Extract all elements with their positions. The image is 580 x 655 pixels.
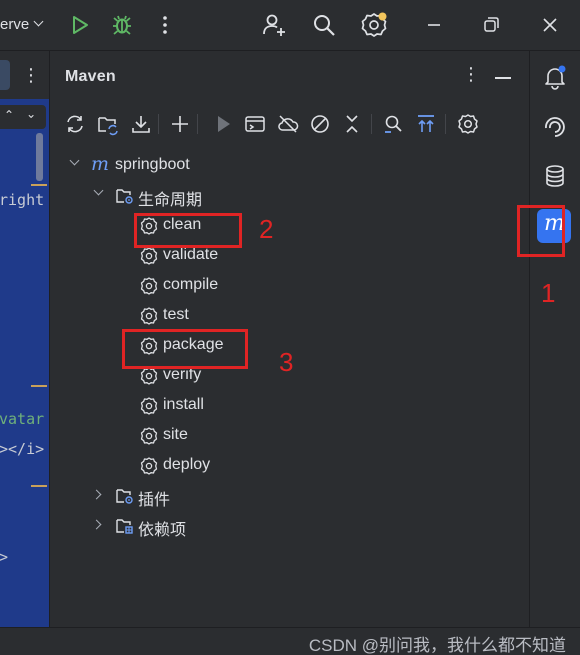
tree-item-dependencies[interactable]: 依赖项: [50, 511, 529, 541]
status-bar: CSDN @别问我，我什么都不知道: [0, 627, 580, 655]
tree-item-goal-site[interactable]: site: [50, 421, 529, 451]
ai-assistant-icon[interactable]: [541, 113, 569, 141]
goal-gear-icon: [139, 456, 159, 476]
code-marker: [31, 385, 47, 387]
toolbar-separator: [197, 114, 198, 134]
tree-item-project[interactable]: m springboot: [50, 151, 529, 181]
add-icon[interactable]: [168, 112, 192, 136]
code-line: >: [0, 548, 9, 566]
restore-icon[interactable]: [477, 11, 505, 39]
editor-area: ⋮ ⌃ ⌃ right vatar ></i> >: [0, 51, 49, 655]
goal-label: deploy: [163, 456, 211, 473]
goal-gear-icon: [139, 306, 159, 326]
run-configuration-selector[interactable]: erve: [0, 16, 44, 33]
maven-panel-title: Maven: [65, 68, 116, 85]
chevron-down-icon: [33, 16, 44, 27]
lifecycle-folder-icon: [115, 186, 135, 206]
goal-gear-icon: [139, 366, 159, 386]
dependencies-label: 依赖项: [138, 522, 187, 539]
plugins-folder-icon: [115, 486, 135, 506]
goal-gear-icon: [139, 396, 159, 416]
goal-label: compile: [163, 276, 219, 293]
annotation-step-1: 1: [541, 278, 556, 308]
analyze-dependencies-icon[interactable]: [381, 112, 405, 136]
tree-item-goal-clean[interactable]: clean: [50, 211, 529, 241]
run-icon[interactable]: [211, 112, 235, 136]
goal-label: test: [163, 306, 189, 323]
dependencies-folder-icon: [115, 516, 135, 536]
chevron-up-icon[interactable]: ⌃: [4, 108, 14, 122]
download-icon[interactable]: [129, 112, 153, 136]
tree-item-goal-validate[interactable]: validate: [50, 241, 529, 271]
offline-icon[interactable]: [276, 112, 300, 136]
code-line: ></i>: [0, 440, 45, 458]
reload-icon[interactable]: [63, 112, 87, 136]
notifications-icon[interactable]: [541, 63, 569, 91]
tree-item-goal-deploy[interactable]: deploy: [50, 451, 529, 481]
maven-project-icon: m: [91, 153, 110, 175]
tree-item-goal-compile[interactable]: compile: [50, 271, 529, 301]
skip-tests-icon[interactable]: [308, 112, 332, 136]
toolbar-separator: [158, 114, 159, 134]
watermark-text: CSDN @别问我，我什么都不知道: [308, 636, 566, 655]
maven-tool-window: Maven ⋮ m springboot 生命周期 clean validate…: [50, 51, 529, 627]
goal-gear-icon: [139, 426, 159, 446]
editor-scrollbar[interactable]: [36, 133, 43, 181]
toolbar-separator: [445, 114, 446, 134]
right-tool-window-bar: m 1: [517, 51, 580, 655]
code-marker: [31, 485, 47, 487]
goal-label: site: [163, 426, 188, 443]
tree-item-lifecycle[interactable]: 生命周期: [50, 181, 529, 211]
code-marker: [31, 184, 47, 186]
goal-label: install: [163, 396, 204, 413]
chevron-down-icon[interactable]: ⌃: [26, 106, 36, 120]
tree-item-plugins[interactable]: 插件: [50, 481, 529, 511]
settings-icon[interactable]: [360, 11, 388, 39]
minimize-icon[interactable]: [420, 11, 448, 39]
chevron-down-icon[interactable]: [69, 155, 80, 166]
panel-options-icon[interactable]: ⋮: [462, 64, 480, 85]
execute-goal-icon[interactable]: [243, 112, 267, 136]
annotation-step-3: 3: [279, 347, 294, 377]
search-icon[interactable]: [310, 11, 338, 39]
find-navigation: ⌃ ⌃: [0, 105, 46, 129]
project-name: springboot: [115, 156, 190, 173]
reload-project-icon[interactable]: [96, 112, 120, 136]
goal-gear-icon: [139, 276, 159, 296]
editor-tab[interactable]: [0, 60, 10, 90]
goal-label: validate: [163, 246, 219, 263]
settings-icon[interactable]: [456, 112, 480, 136]
annotation-box-maven: [517, 205, 565, 257]
expand-all-icon[interactable]: [414, 112, 438, 136]
editor-more-icon[interactable]: ⋮: [22, 66, 40, 84]
lifecycle-label: 生命周期: [138, 192, 203, 209]
editor-tabs-bar: ⋮: [0, 51, 49, 99]
tree-item-goal-test[interactable]: test: [50, 301, 529, 331]
run-icon[interactable]: [66, 11, 94, 39]
maven-toolbar: [50, 108, 529, 140]
annotation-box-clean: [134, 213, 242, 248]
tree-item-goal-install[interactable]: install: [50, 391, 529, 421]
chevron-right-icon[interactable]: [91, 489, 102, 500]
chevron-down-icon[interactable]: [93, 185, 104, 196]
code-editor[interactable]: ⌃ ⌃ right vatar ></i> >: [0, 99, 49, 647]
goal-gear-icon: [139, 246, 159, 266]
annotation-box-package: [122, 329, 248, 369]
collapse-icon[interactable]: [340, 112, 364, 136]
toolbar-separator: [371, 114, 372, 134]
debug-icon[interactable]: [108, 11, 136, 39]
code-line: vatar: [0, 410, 45, 428]
code-line: right: [0, 191, 45, 209]
add-user-icon[interactable]: [260, 11, 288, 39]
database-icon[interactable]: [541, 162, 569, 190]
chevron-right-icon[interactable]: [91, 519, 102, 530]
plugins-label: 插件: [138, 492, 171, 509]
annotation-step-2: 2: [259, 214, 274, 244]
run-configuration-label: erve: [0, 16, 30, 33]
more-icon[interactable]: [151, 11, 179, 39]
panel-hide-icon[interactable]: [495, 77, 511, 79]
close-icon[interactable]: [536, 11, 564, 39]
title-bar: erve: [0, 0, 580, 50]
